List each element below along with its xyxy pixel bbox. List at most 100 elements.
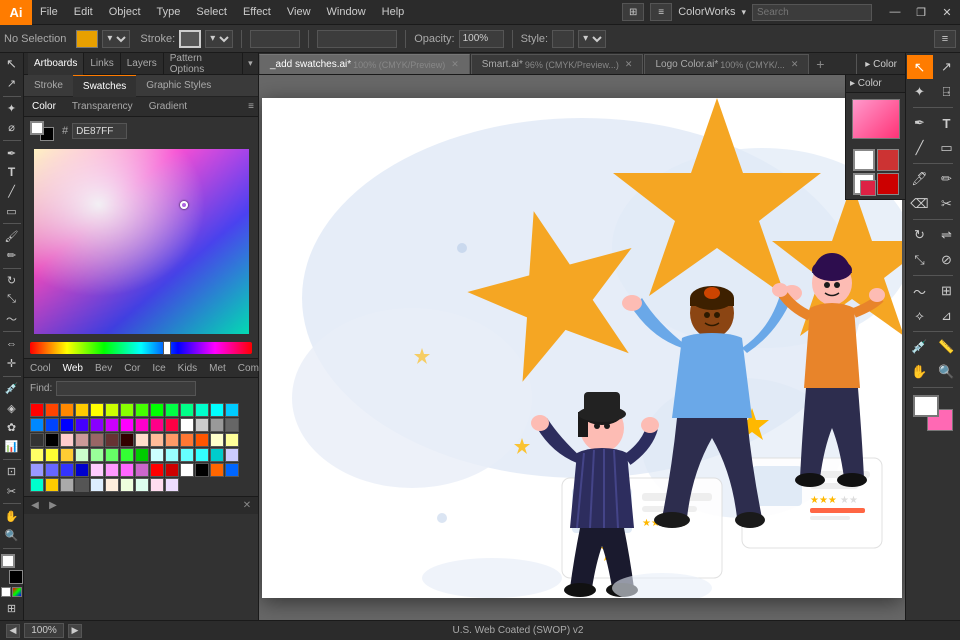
zoom-input[interactable] xyxy=(24,623,64,638)
stroke-width-input[interactable] xyxy=(250,30,300,48)
swatch-cell[interactable] xyxy=(45,463,59,477)
tool-eyedropper[interactable]: 💉 xyxy=(1,380,23,398)
fill-select[interactable]: ▾ xyxy=(102,30,130,48)
swatch-cell[interactable] xyxy=(180,463,194,477)
swatch-tab-met[interactable]: Met xyxy=(203,358,232,378)
doc-tab-3[interactable]: Logo Color.ai* 100% (CMYK/... ✕ xyxy=(644,54,809,74)
hue-thumb[interactable] xyxy=(163,341,171,355)
panel-collapse-btn[interactable]: ▾ xyxy=(243,53,258,75)
style-swatch[interactable] xyxy=(552,30,574,48)
mini-swatch-front[interactable] xyxy=(853,173,875,195)
mini-swatch-white[interactable] xyxy=(853,149,875,171)
tool-warp[interactable]: 〜 xyxy=(1,310,23,328)
tool-type[interactable]: T xyxy=(1,163,23,181)
swatch-cell[interactable] xyxy=(120,463,134,477)
swatch-cell[interactable] xyxy=(210,463,224,477)
tool-shape-r[interactable]: ▭ xyxy=(934,136,960,160)
tool-symbol[interactable]: ✿ xyxy=(1,418,23,436)
swatch-cell[interactable] xyxy=(120,418,134,432)
swatch-cell[interactable] xyxy=(105,403,119,417)
swatch-cell[interactable] xyxy=(225,403,239,417)
swatch-cell[interactable] xyxy=(150,403,164,417)
color-picker-area[interactable] xyxy=(34,149,249,334)
swatch-cell[interactable] xyxy=(165,403,179,417)
zoom-next-btn[interactable]: ▶ xyxy=(68,624,82,638)
color-tab-gradient[interactable]: Gradient xyxy=(141,97,195,117)
tool-scale[interactable]: ⤡ xyxy=(1,291,23,309)
swatch-cell[interactable] xyxy=(210,448,224,462)
color-tab-color[interactable]: Color xyxy=(24,97,64,117)
swatch-cell[interactable] xyxy=(225,418,239,432)
tool-select[interactable]: ↖ xyxy=(907,55,933,79)
swatch-cell[interactable] xyxy=(180,448,194,462)
tool-rotate[interactable]: ↻ xyxy=(1,271,23,289)
fill-color-swatch[interactable] xyxy=(76,30,98,48)
tab-artboards[interactable]: Artboards xyxy=(28,53,84,75)
swatch-cell[interactable] xyxy=(165,448,179,462)
swatch-cell[interactable] xyxy=(90,418,104,432)
swatch-cell[interactable] xyxy=(225,448,239,462)
swatch-cell[interactable] xyxy=(165,463,179,477)
swatch-cell[interactable] xyxy=(45,418,59,432)
tool-slice[interactable]: ✂ xyxy=(1,482,23,500)
cs-tab-stroke[interactable]: Stroke xyxy=(24,75,73,97)
panel-nav-next[interactable]: ▶ xyxy=(46,499,60,513)
menu-type[interactable]: Type xyxy=(149,0,189,25)
swatch-cell[interactable] xyxy=(105,418,119,432)
tool-pen-r[interactable]: ✒ xyxy=(907,111,933,135)
swatch-cell[interactable] xyxy=(60,478,74,492)
tab-add-button[interactable]: + xyxy=(810,54,830,74)
tool-pen[interactable]: ✒ xyxy=(1,144,23,162)
swatch-cell[interactable] xyxy=(60,433,74,447)
swatch-cell[interactable] xyxy=(90,403,104,417)
swatch-cell[interactable] xyxy=(150,448,164,462)
swatch-cell[interactable] xyxy=(60,418,74,432)
swatch-cell[interactable] xyxy=(195,463,209,477)
arrange2-icon[interactable]: ≡ xyxy=(650,3,672,21)
tool-build[interactable]: ✛ xyxy=(1,355,23,373)
tool-warp-r[interactable]: 〜 xyxy=(907,279,933,303)
swatch-cell[interactable] xyxy=(135,418,149,432)
menu-help[interactable]: Help xyxy=(374,0,413,25)
swatch-cell[interactable] xyxy=(90,448,104,462)
doc-tab-1-close[interactable]: ✕ xyxy=(451,59,459,70)
swatch-cell[interactable] xyxy=(195,418,209,432)
swatch-cell[interactable] xyxy=(60,403,74,417)
tool-blend[interactable]: ◈ xyxy=(1,399,23,417)
tool-line[interactable]: ╱ xyxy=(1,183,23,201)
tool-type-r[interactable]: T xyxy=(934,111,960,135)
tool-free-transform-r[interactable]: ⊞ xyxy=(934,279,960,303)
swatch-cell[interactable] xyxy=(150,478,164,492)
stroke-indicator[interactable] xyxy=(9,570,23,584)
stroke-select[interactable]: ▾ xyxy=(205,30,233,48)
doc-tab-3-close[interactable]: ✕ xyxy=(791,59,799,70)
menu-edit[interactable]: Edit xyxy=(66,0,101,25)
swatch-cell[interactable] xyxy=(195,448,209,462)
tool-hand-r[interactable]: ✋ xyxy=(907,360,933,384)
swatch-cell[interactable] xyxy=(45,478,59,492)
variable-input[interactable] xyxy=(317,30,397,48)
swatch-cell[interactable] xyxy=(75,418,89,432)
tool-direct-select[interactable]: ↗ xyxy=(934,55,960,79)
panel-nav-prev[interactable]: ◀ xyxy=(28,499,42,513)
panel-nav-close[interactable]: ✕ xyxy=(240,499,254,513)
swatch-cell[interactable] xyxy=(75,478,89,492)
tool-reflect-r[interactable]: ⇌ xyxy=(934,223,960,247)
swatch-cell[interactable] xyxy=(210,403,224,417)
swatch-cell[interactable] xyxy=(30,403,44,417)
swatch-cell[interactable] xyxy=(75,448,89,462)
tool-lasso-r[interactable]: ⍈ xyxy=(934,80,960,104)
tool-selection[interactable]: ↖ xyxy=(1,55,23,73)
search-input[interactable] xyxy=(752,4,872,21)
swatch-cell[interactable] xyxy=(150,433,164,447)
swatch-cell[interactable] xyxy=(135,478,149,492)
swatch-cell[interactable] xyxy=(150,463,164,477)
menu-window[interactable]: Window xyxy=(319,0,374,25)
tool-paintbrush[interactable]: 🖌 xyxy=(1,227,23,245)
maximize-button[interactable]: ❐ xyxy=(908,0,934,25)
color-tab-transparency[interactable]: Transparency xyxy=(64,97,141,117)
swatch-cell[interactable] xyxy=(120,478,134,492)
color-panel-tab[interactable]: ▸ Color xyxy=(856,54,905,74)
tool-zoom-r[interactable]: 🔍 xyxy=(934,360,960,384)
swatch-cell[interactable] xyxy=(180,418,194,432)
